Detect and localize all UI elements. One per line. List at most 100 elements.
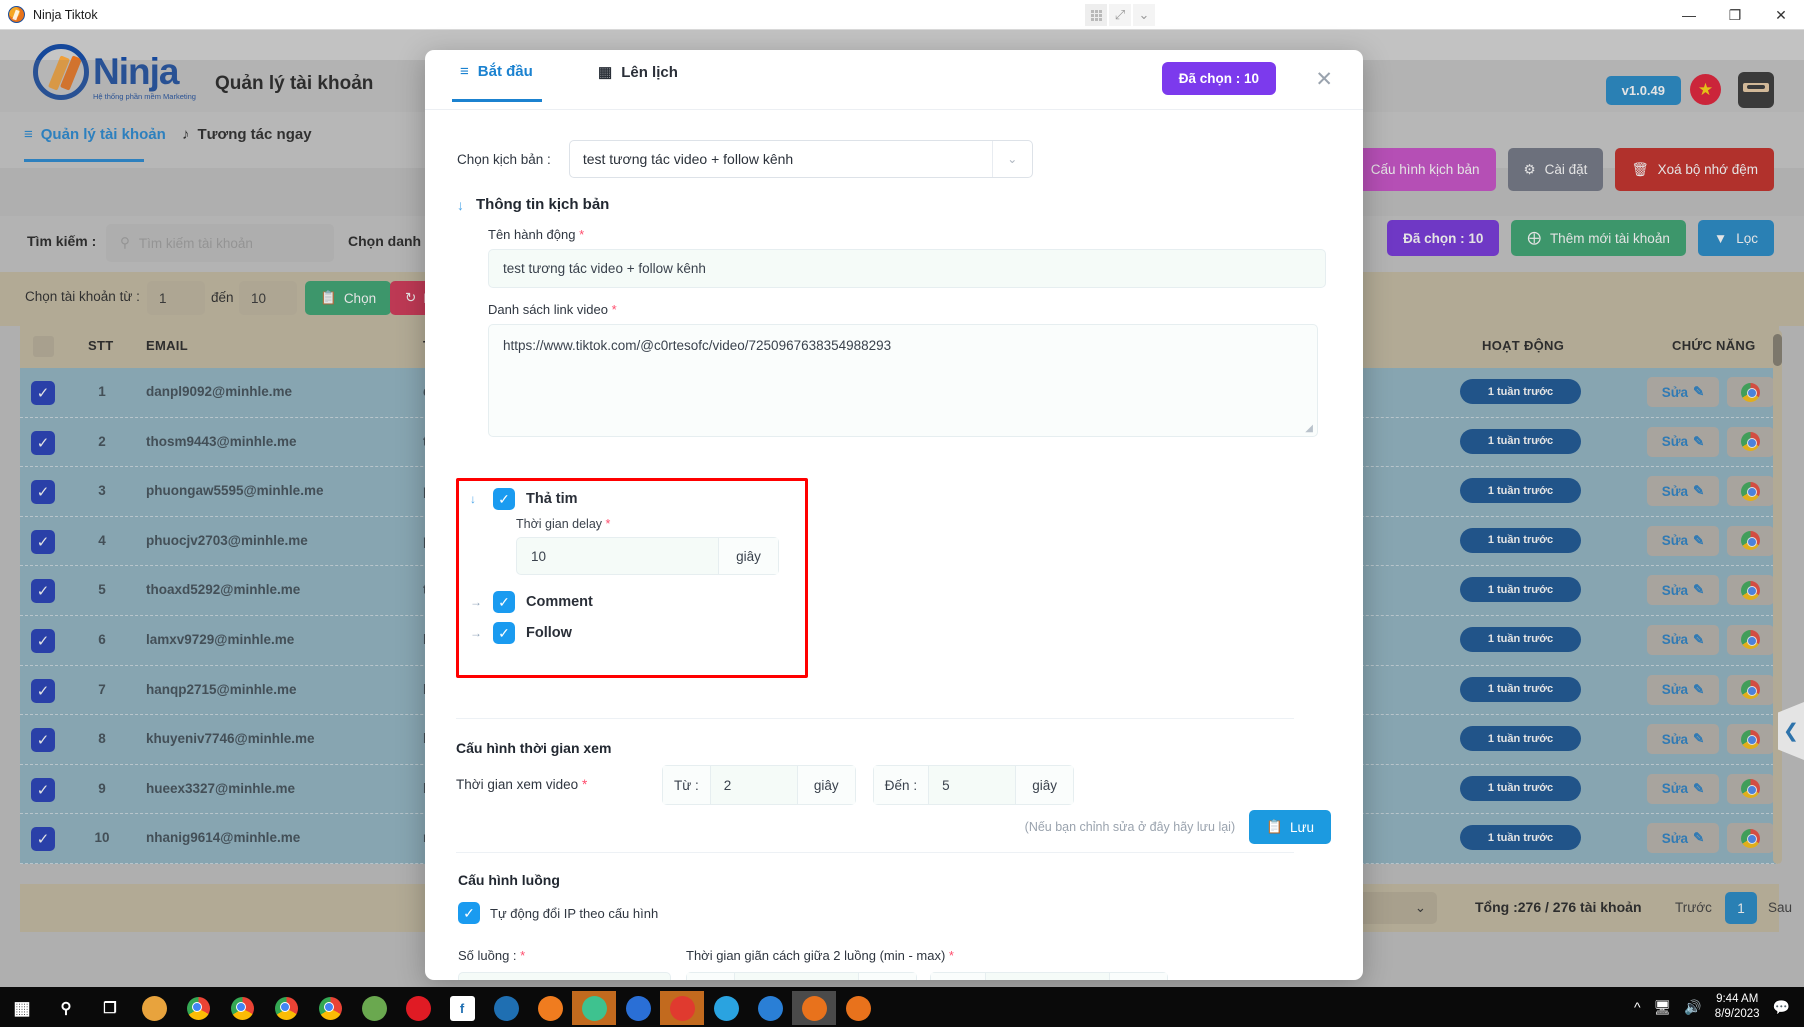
telegram-icon: [713, 995, 739, 1021]
expand-icon[interactable]: ⤢: [1109, 4, 1131, 26]
watch-from-field[interactable]: Từ : 2 giây: [662, 765, 856, 805]
video-list-textarea[interactable]: https://www.tiktok.com/@c0rtesofc/video/…: [488, 324, 1318, 437]
chrome-icon: [230, 996, 254, 1020]
close-button[interactable]: ✕: [1758, 0, 1804, 30]
calendar-plus-icon: ▦: [598, 64, 613, 81]
script-select-value: test tương tác video + follow kênh: [582, 151, 794, 167]
chrome-icon[interactable]: [264, 991, 308, 1025]
volume-icon[interactable]: 🔊: [1684, 999, 1701, 1016]
arrow-right-icon[interactable]: →: [470, 595, 482, 609]
grid-icon[interactable]: [1085, 4, 1107, 26]
save-button-label: Lưu: [1289, 819, 1314, 835]
antivirus-icon[interactable]: [484, 991, 528, 1025]
action-name-label: Tên hành động *: [488, 227, 1331, 242]
vmware-icon[interactable]: [572, 991, 616, 1025]
window-titlebar: Ninja Tiktok ⤢ ⌄ — ❐ ✕: [0, 0, 1804, 30]
file-explorer-icon[interactable]: [132, 991, 176, 1025]
zalo-icon: [625, 995, 651, 1021]
divider-2: [456, 852, 1294, 853]
titlebar-center-controls[interactable]: ⤢ ⌄: [1085, 4, 1155, 26]
clock-time: 9:44 AM: [1716, 993, 1759, 1005]
chevron-down-icon[interactable]: ⌄: [1133, 4, 1155, 26]
checkbox-follow[interactable]: ✓: [493, 622, 515, 644]
action-name-input[interactable]: test tương tác video + follow kênh: [488, 249, 1326, 288]
modal-body: Chọn kịch bản : test tương tác video + f…: [425, 110, 1363, 980]
clock[interactable]: 9:44 AM 8/9/2023: [1715, 992, 1760, 1022]
chrome-icon[interactable]: [176, 991, 220, 1025]
checkbox-comment[interactable]: ✓: [493, 591, 515, 613]
chrome-icon[interactable]: [220, 991, 264, 1025]
ninja-app-icon: [8, 6, 25, 23]
thread-count-label-text: Số luồng :: [458, 948, 517, 963]
monitor-icon[interactable]: [748, 991, 792, 1025]
watch-time-label-text: Thời gian xem video: [456, 777, 579, 792]
app-17-icon: [669, 995, 695, 1021]
gap-to-field[interactable]: Đến : 20 giây: [929, 972, 1169, 980]
opera-icon[interactable]: [396, 991, 440, 1025]
gap-to-prefix: Đến :: [930, 973, 987, 980]
arrow-right-icon[interactable]: →: [470, 626, 482, 640]
action-row-follow[interactable]: → ✓ Follow: [470, 622, 790, 644]
chevron-up-icon[interactable]: ^: [1634, 999, 1641, 1015]
telegram-icon[interactable]: [704, 991, 748, 1025]
zalo-icon[interactable]: [616, 991, 660, 1025]
divider-1: [456, 718, 1294, 719]
arrow-down-icon[interactable]: ↓: [470, 492, 482, 506]
chrome-icon: [186, 996, 210, 1020]
checkbox-auto-ip[interactable]: ✓: [458, 902, 480, 924]
watch-from-prefix: Từ :: [663, 766, 711, 804]
minimize-button[interactable]: —: [1666, 0, 1712, 30]
delay-input[interactable]: 10 giây: [516, 537, 779, 575]
action-comment-label: Comment: [526, 594, 593, 610]
facebook-icon[interactable]: f: [440, 991, 484, 1025]
required-asterisk: *: [581, 777, 588, 792]
auto-ip-label: Tự động đổi IP theo cấu hình: [490, 905, 659, 921]
maximize-button[interactable]: ❐: [1712, 0, 1758, 30]
search-icon[interactable]: ⚲: [44, 991, 88, 1025]
chevron-down-icon[interactable]: ⌄: [991, 141, 1032, 177]
delay-label: Thời gian delay *: [516, 517, 790, 531]
coc-coc-icon[interactable]: [528, 991, 572, 1025]
thread-gap-group: Từ : 10 giây Đến : 20 giây: [686, 972, 1169, 980]
watch-to-field[interactable]: Đến : 5 giây: [872, 765, 1075, 805]
script-info-label: Thông tin kịch bản: [476, 196, 610, 213]
bird-icon[interactable]: [352, 991, 396, 1025]
thread-count-input[interactable]: 5: [458, 972, 671, 980]
chrome-icon[interactable]: [308, 991, 352, 1025]
tab-len-lich[interactable]: ▦ Lên lịch: [598, 63, 678, 82]
delay-value: 10: [531, 548, 547, 564]
resize-grip-icon[interactable]: ◢: [1305, 423, 1313, 434]
required-asterisk: *: [611, 302, 617, 317]
script-select-label: Chọn kịch bản :: [457, 151, 551, 167]
notification-icon[interactable]: 💬: [1773, 999, 1790, 1016]
thread-config-title: Cấu hình luồng: [458, 872, 560, 888]
network-icon[interactable]: 🖥: [1654, 999, 1672, 1016]
task-view-icon[interactable]: ❐: [88, 991, 132, 1025]
windows-taskbar: ▦ ⚲ ❐ f ^ 🖥 🔊 9:44 AM 8/9/2023 💬: [0, 987, 1804, 1027]
close-icon[interactable]: ✕: [1315, 67, 1333, 92]
thread-gap-label: Thời gian giãn cách giữa 2 luồng (min - …: [686, 948, 954, 963]
ninja-icon[interactable]: [836, 991, 880, 1025]
tab-bat-dau[interactable]: ≡ Bắt đầu: [452, 63, 542, 102]
facebook-icon: f: [449, 995, 475, 1021]
action-row-comment[interactable]: → ✓ Comment: [470, 591, 790, 613]
checkbox-tha-tim[interactable]: ✓: [493, 488, 515, 510]
script-select-row: Chọn kịch bản : test tương tác video + f…: [457, 140, 1331, 178]
required-asterisk: *: [579, 227, 585, 242]
system-tray: ^ 🖥 🔊 9:44 AM 8/9/2023 💬: [1634, 992, 1790, 1022]
window-controls[interactable]: — ❐ ✕: [1666, 0, 1804, 30]
windows-icon[interactable]: ▦: [0, 991, 44, 1025]
watch-from-unit: giây: [796, 766, 855, 804]
auto-ip-row[interactable]: ✓ Tự động đổi IP theo cấu hình: [458, 902, 658, 924]
save-row: (Nếu bạn chỉnh sửa ở đây hãy lưu lại) 📋 …: [1025, 810, 1331, 844]
start-script-modal: ≡ Bắt đầu ▦ Lên lịch Đã chọn : 10 ✕ Chọn…: [425, 50, 1363, 980]
script-select[interactable]: test tương tác video + follow kênh ⌄: [568, 140, 1033, 178]
save-button[interactable]: 📋 Lưu: [1249, 810, 1331, 844]
gap-from-field[interactable]: Từ : 10 giây: [686, 972, 917, 980]
app-17-icon[interactable]: [660, 991, 704, 1025]
gap-from-prefix: Từ :: [687, 973, 735, 980]
modal-selected-chip[interactable]: Đã chọn : 10: [1161, 62, 1276, 95]
ninja-icon[interactable]: [792, 991, 836, 1025]
screen-root: Ninja Tiktok ⤢ ⌄ — ❐ ✕ Ninja Hệ thống ph…: [0, 0, 1804, 1027]
action-row-tha-tim[interactable]: ↓ ✓ Thả tim: [470, 488, 790, 510]
